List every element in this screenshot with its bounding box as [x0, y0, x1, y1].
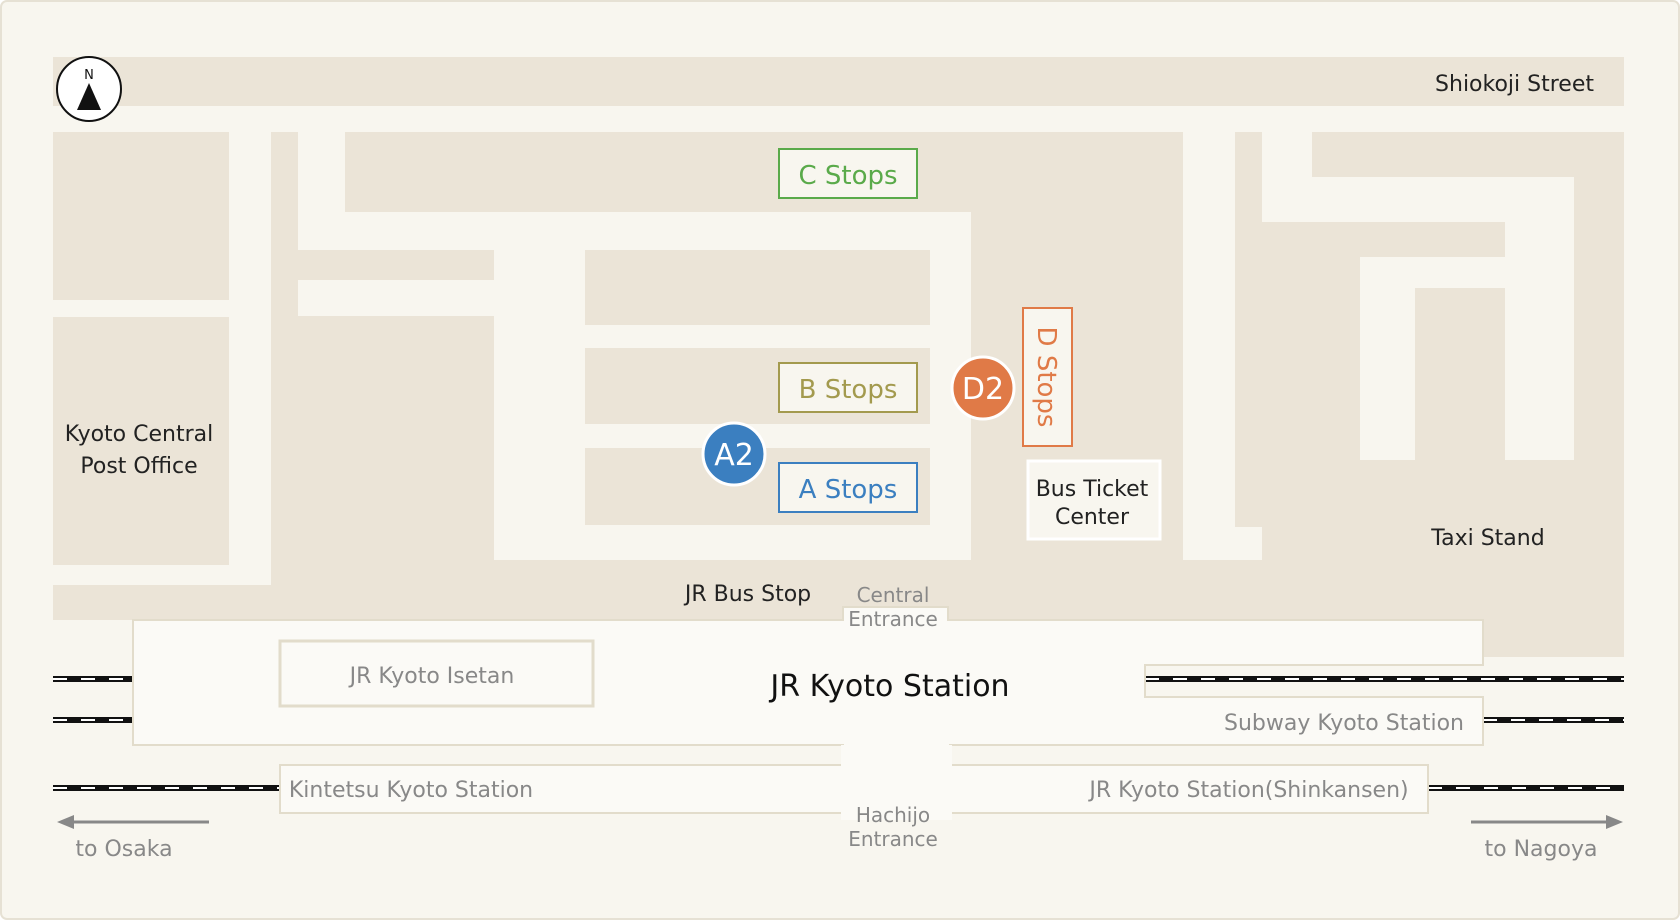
to-osaka-label: to Osaka: [75, 837, 172, 862]
block-ne-lower: [1262, 257, 1360, 560]
taxi-stand-label: Taxi Stand: [1430, 526, 1544, 551]
b-stops-box[interactable]: B Stops: [778, 362, 918, 413]
road-ne1: [1183, 132, 1235, 560]
bus-ticket-label-line2: Center: [1055, 505, 1130, 530]
post-office-label-line1: Kyoto Central: [65, 422, 214, 447]
post-office-label-line2: Post Office: [80, 454, 197, 479]
ne-road-2: [1505, 222, 1574, 460]
kintetsu-station-label: Kintetsu Kyoto Station: [289, 778, 533, 803]
central-entrance-label-line1: Central: [857, 583, 930, 607]
station-main-label: JR Kyoto Station: [768, 669, 1009, 704]
d-stops-box[interactable]: D Stops: [1022, 307, 1073, 447]
jr-bus-stop-label: JR Bus Stop: [683, 582, 811, 607]
to-nagoya-label: to Nagoya: [1485, 837, 1598, 862]
block-ne-strip: [1235, 132, 1262, 527]
a2-label: A2: [714, 438, 754, 473]
d2-marker[interactable]: D2: [950, 355, 1016, 421]
block-nw: [53, 132, 229, 300]
ne-road-1: [1262, 177, 1574, 222]
block-ne-row: [1262, 222, 1505, 257]
bus-ticket-label-line1: Bus Ticket: [1036, 477, 1149, 502]
central-entrance-label-line2: Entrance: [848, 607, 938, 631]
block-inner-1: [585, 250, 930, 325]
b-stops-label: B Stops: [799, 375, 898, 405]
bus-ticket-center[interactable]: Bus Ticket Center: [1026, 459, 1162, 541]
kyoto-station-map: N Shiokoji Street Kyoto Central Post Off…: [0, 0, 1680, 920]
road-c: [298, 212, 971, 250]
road-ab1: [585, 325, 930, 348]
block-ne-top: [1312, 132, 1624, 177]
a2-marker[interactable]: A2: [701, 421, 767, 487]
compass-label: N: [84, 68, 94, 83]
road-south: [494, 525, 971, 560]
a-stops-label: A Stops: [799, 475, 898, 505]
isetan-label: JR Kyoto Isetan: [348, 664, 515, 689]
isetan-building[interactable]: JR Kyoto Isetan: [278, 639, 595, 708]
ne-road-3: [1360, 257, 1505, 288]
subway-station-label: Subway Kyoto Station: [1224, 711, 1464, 736]
compass-icon: N: [56, 56, 122, 122]
shinkansen-station-label: JR Kyoto Station(Shinkansen): [1087, 778, 1408, 803]
road-mid: [298, 280, 494, 316]
ne-road-4: [1360, 288, 1415, 460]
a-stops-box[interactable]: A Stops: [778, 462, 918, 513]
hachijo-entrance-label-line1: Hachijo: [856, 803, 930, 827]
d-stops-label: D Stops: [1031, 327, 1061, 428]
c-stops-label: C Stops: [798, 161, 897, 191]
block-ne-inner: [1415, 288, 1505, 460]
road-west: [494, 250, 585, 560]
shiokoji-street-band: [53, 57, 1624, 106]
hachijo-entrance-label-line2: Entrance: [848, 827, 938, 851]
c-stops-box[interactable]: C Stops: [778, 148, 918, 199]
shiokoji-street-label: Shiokoji Street: [1435, 72, 1594, 97]
d2-label: D2: [962, 372, 1004, 407]
